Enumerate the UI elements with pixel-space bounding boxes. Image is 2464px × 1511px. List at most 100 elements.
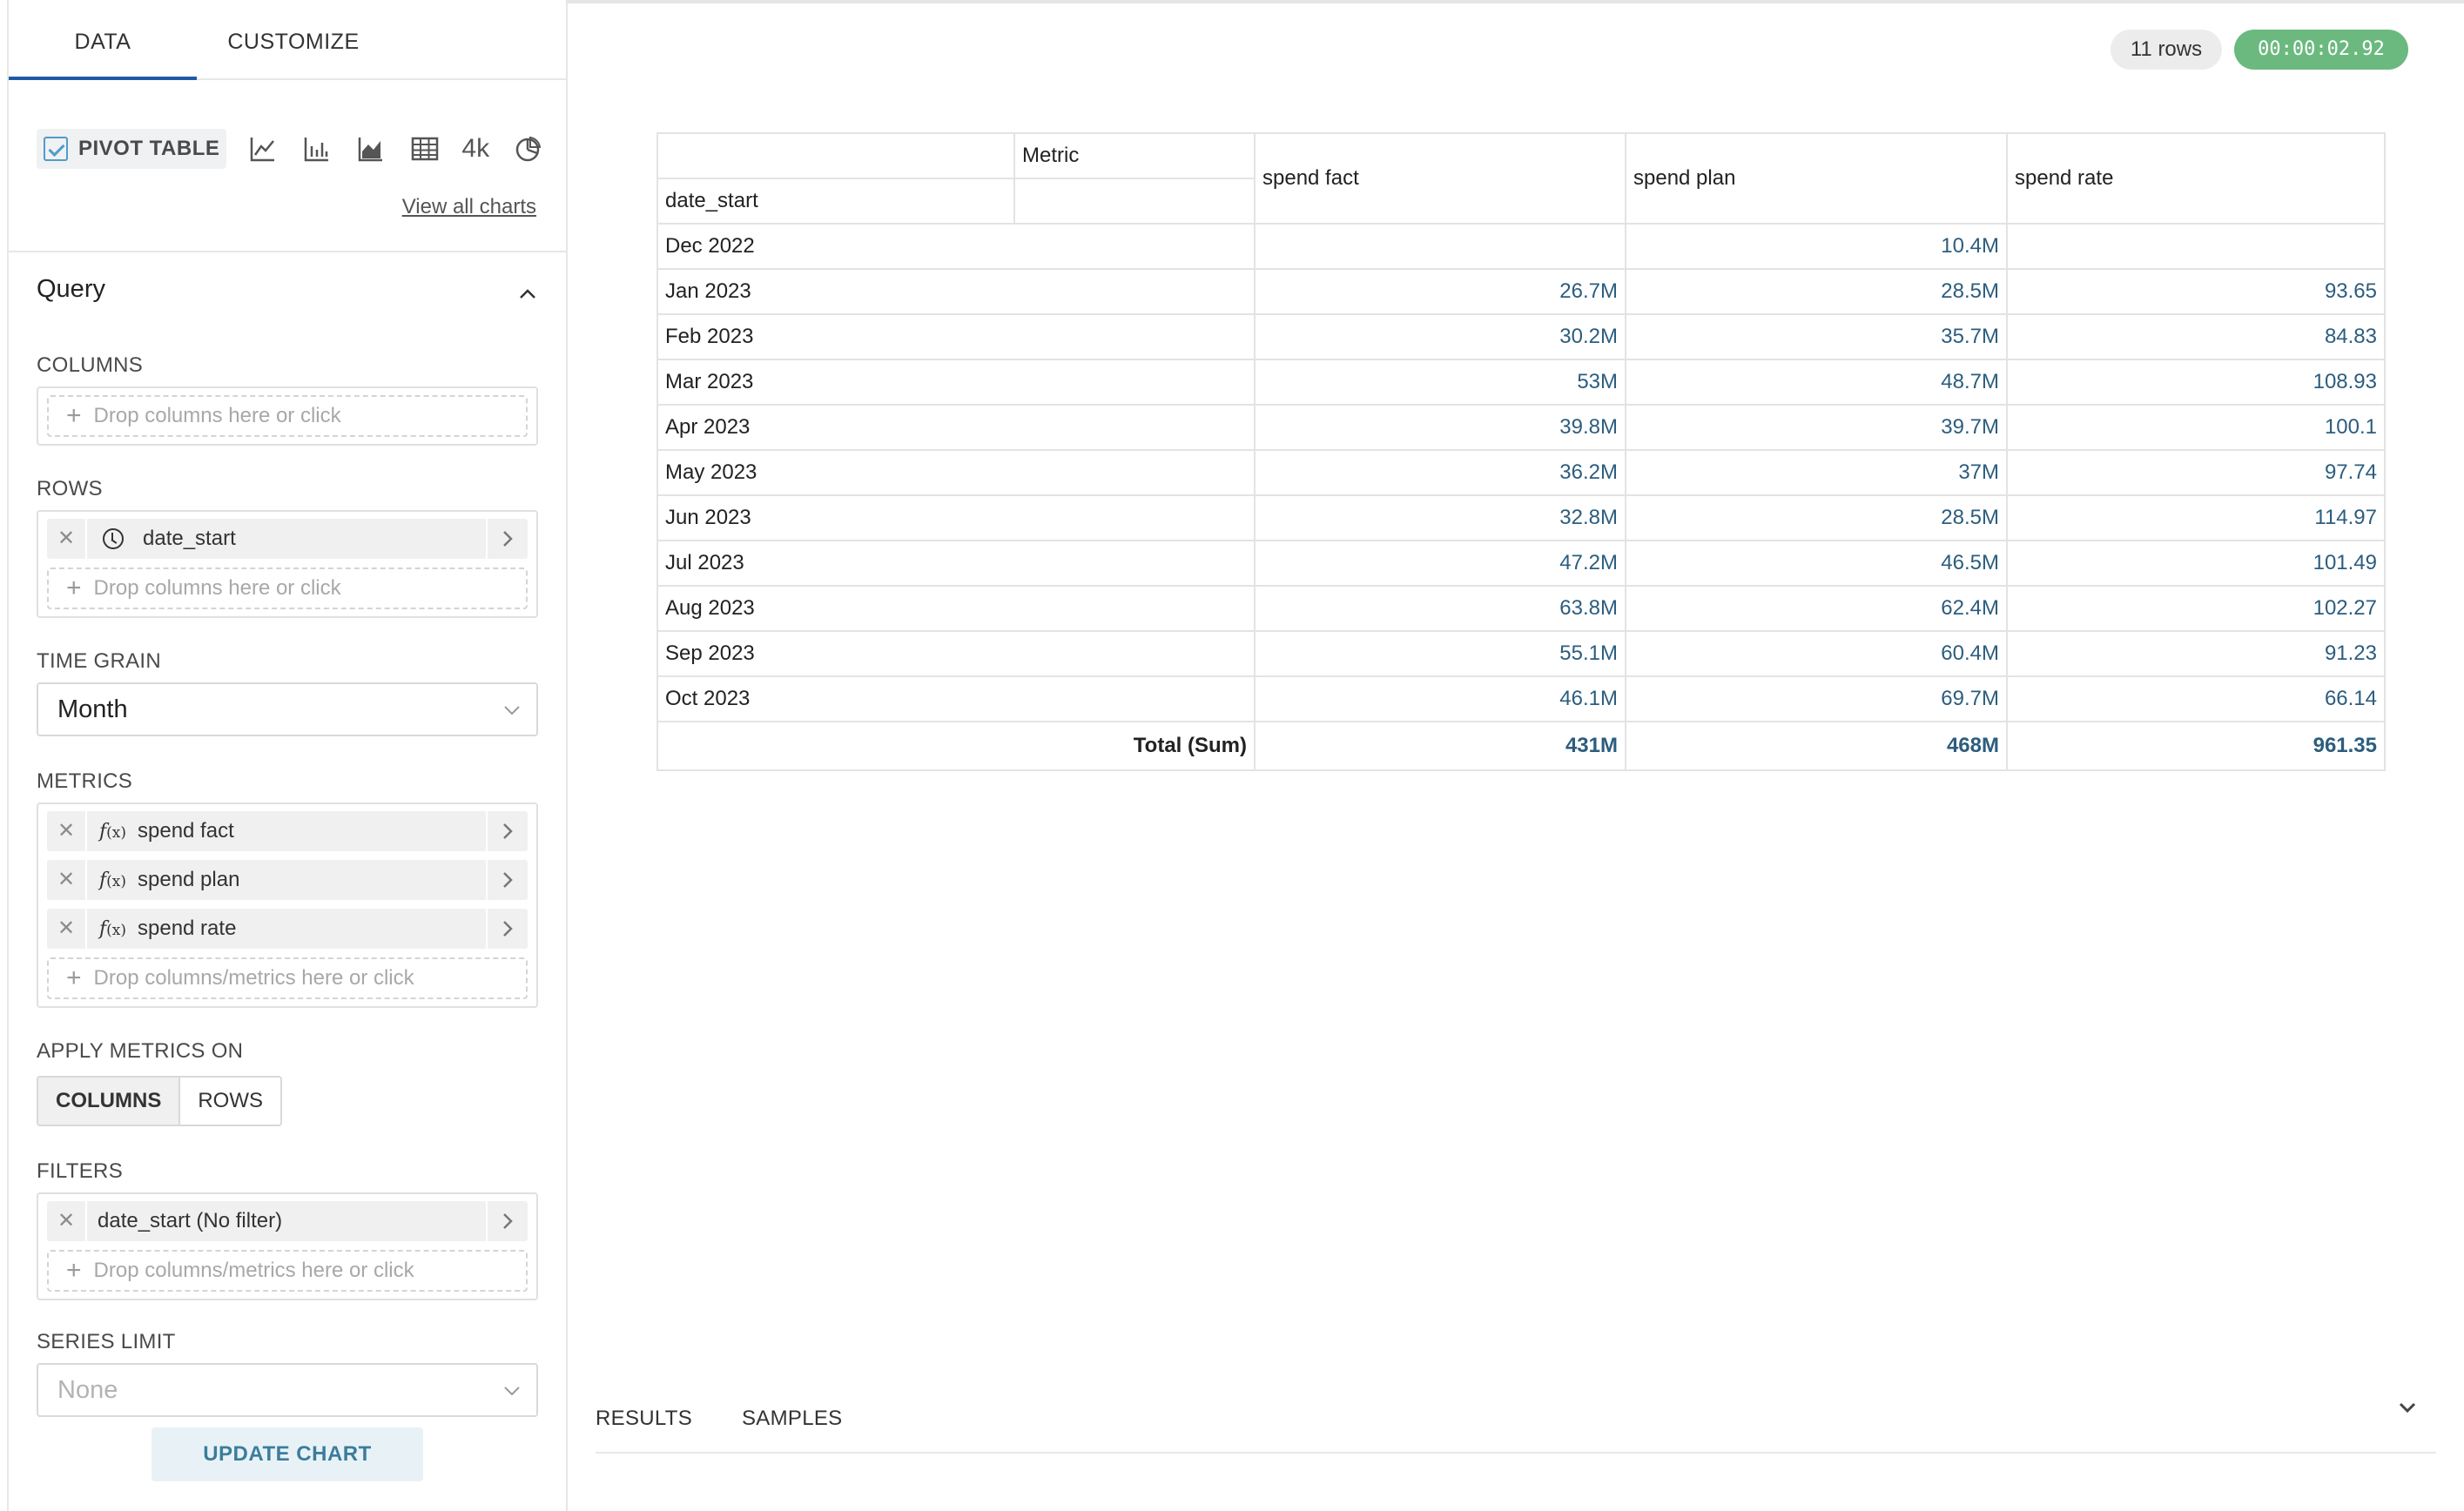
tab-data[interactable]: DATA [9,0,197,80]
value-cell: 84.83 [2006,313,2386,360]
metrics-drop-target[interactable]: + Drop columns/metrics here or click [47,957,528,999]
metric-pill-spend-plan[interactable]: ✕ f(x) spend plan [47,860,528,900]
remove-icon[interactable]: ✕ [47,1201,87,1241]
value-cell: 39.7M [1625,404,2008,451]
table-row: Aug 2023 63.8M 62.4M 102.27 [656,585,2386,632]
table-row: Mar 2023 53M 48.7M 108.93 [656,359,2386,406]
panel-edge [7,0,9,1511]
table-icon[interactable] [409,133,441,165]
remove-icon[interactable]: ✕ [47,519,87,559]
chevron-right-icon[interactable] [486,860,528,900]
chevron-down-icon [504,706,520,715]
value-cell: 69.7M [1625,675,2008,722]
divider [9,251,568,252]
remove-icon[interactable]: ✕ [47,860,87,900]
pivot-table-label: PIVOT TABLE [78,137,220,160]
series-limit-label: SERIES LIMIT [37,1330,176,1353]
chevron-right-icon[interactable] [486,811,528,851]
plus-icon: + [66,964,82,992]
divider [568,0,2464,3]
pivot-table-button[interactable]: PIVOT TABLE [37,129,227,169]
total-value-cell: 468M [1625,721,2008,771]
metric-pill-spend-rate[interactable]: ✕ f(x) spend rate [47,909,528,949]
area-chart-icon[interactable] [355,133,387,165]
value-cell: 91.23 [2006,630,2386,677]
table-row: Apr 2023 39.8M 39.7M 100.1 [656,404,2386,451]
value-cell: 39.8M [1254,404,1626,451]
columns-drop-target[interactable]: + Drop columns here or click [47,395,528,437]
apply-metrics-columns-option[interactable]: COLUMNS [37,1076,181,1126]
function-icon: f(x) [99,820,127,843]
table-row: Jan 2023 26.7M 28.5M 93.65 [656,268,2386,315]
column-header[interactable]: spend rate [2006,132,2386,225]
series-limit-select[interactable]: None [37,1363,538,1417]
divider [596,1452,2436,1454]
filter-pill-date-start[interactable]: ✕ date_start (No filter) [47,1201,528,1241]
filters-label: FILTERS [37,1159,124,1183]
value-cell: 60.4M [1625,630,2008,677]
row-label-cell: Apr 2023 [656,404,1256,451]
row-label-cell: Sep 2023 [656,630,1256,677]
plus-icon: + [66,574,82,602]
chevron-down-icon[interactable] [2396,1396,2419,1419]
value-cell: 63.8M [1254,585,1626,632]
drop-hint: Drop columns/metrics here or click [93,1259,414,1282]
chevron-up-icon[interactable] [517,284,538,305]
metrics-dropzone: ✕ f(x) spend fact ✕ f(x) spend plan ✕ f(… [37,803,538,1008]
value-cell: 47.2M [1254,540,1626,587]
big-number-4k-icon[interactable]: 4k [461,134,489,164]
update-chart-button[interactable]: UPDATE CHART [151,1427,423,1481]
apply-metrics-rows-option[interactable]: ROWS [180,1076,282,1126]
pie-chart-icon[interactable] [512,133,543,165]
control-tabs: DATA CUSTOMIZE [9,0,568,80]
value-cell: 32.8M [1254,494,1626,541]
value-cell: 97.74 [2006,449,2386,496]
value-cell: 66.14 [2006,675,2386,722]
chevron-right-icon[interactable] [486,909,528,949]
table-row: Jun 2023 32.8M 28.5M 114.97 [656,494,2386,541]
view-all-charts-link[interactable]: View all charts [402,195,536,219]
row-pill-label: date_start [143,527,236,550]
value-cell: 100.1 [2006,404,2386,451]
remove-icon[interactable]: ✕ [47,811,87,851]
remove-icon[interactable]: ✕ [47,909,87,949]
chevron-right-icon[interactable] [486,519,528,559]
columns-dropzone: + Drop columns here or click [37,386,538,446]
chart-type-selector: PIVOT TABLE 4k [37,127,543,171]
pivot-table: Metric spend fact spend plan spend rate … [656,132,2386,771]
value-cell: 46.5M [1625,540,2008,587]
row-label-cell: Mar 2023 [656,359,1256,406]
drop-hint: Drop columns/metrics here or click [93,966,414,990]
value-cell [1254,223,1626,270]
line-chart-icon[interactable] [247,133,279,165]
total-value-cell: 961.35 [2006,721,2386,771]
tab-customize[interactable]: CUSTOMIZE [197,0,390,80]
value-cell: 102.27 [2006,585,2386,632]
value-cell: 46.1M [1254,675,1626,722]
column-header[interactable]: spend plan [1625,132,2008,225]
row-label-cell: Jan 2023 [656,268,1256,315]
row-header[interactable]: date_start [656,178,1015,225]
query-time-badge: 00:00:02.92 [2234,30,2408,70]
control-panel: DATA CUSTOMIZE PIVOT TABLE 4k View all c… [0,0,568,1511]
apply-metrics-toggle: COLUMNS ROWS [37,1076,282,1126]
metrics-label: METRICS [37,769,133,793]
metric-pill-spend-fact[interactable]: ✕ f(x) spend fact [47,811,528,851]
filters-drop-target[interactable]: + Drop columns/metrics here or click [47,1250,528,1292]
tab-samples[interactable]: SAMPLES [742,1407,842,1431]
row-pill-date-start[interactable]: ✕ date_start [47,519,528,559]
bar-chart-icon[interactable] [301,133,333,165]
columns-label: COLUMNS [37,353,144,377]
query-section-title[interactable]: Query [37,275,105,304]
tab-results[interactable]: RESULTS [596,1407,692,1431]
column-header[interactable]: spend fact [1254,132,1626,225]
chevron-right-icon[interactable] [486,1201,528,1241]
table-row: Sep 2023 55.1M 60.4M 91.23 [656,630,2386,677]
time-grain-select[interactable]: Month [37,682,538,736]
metric-pill-label: spend plan [138,868,240,891]
rows-drop-target[interactable]: + Drop columns here or click [47,567,528,609]
time-grain-label: TIME GRAIN [37,649,162,673]
function-icon: f(x) [99,869,127,891]
metric-header: Metric [1013,132,1256,179]
total-value-cell: 431M [1254,721,1626,771]
